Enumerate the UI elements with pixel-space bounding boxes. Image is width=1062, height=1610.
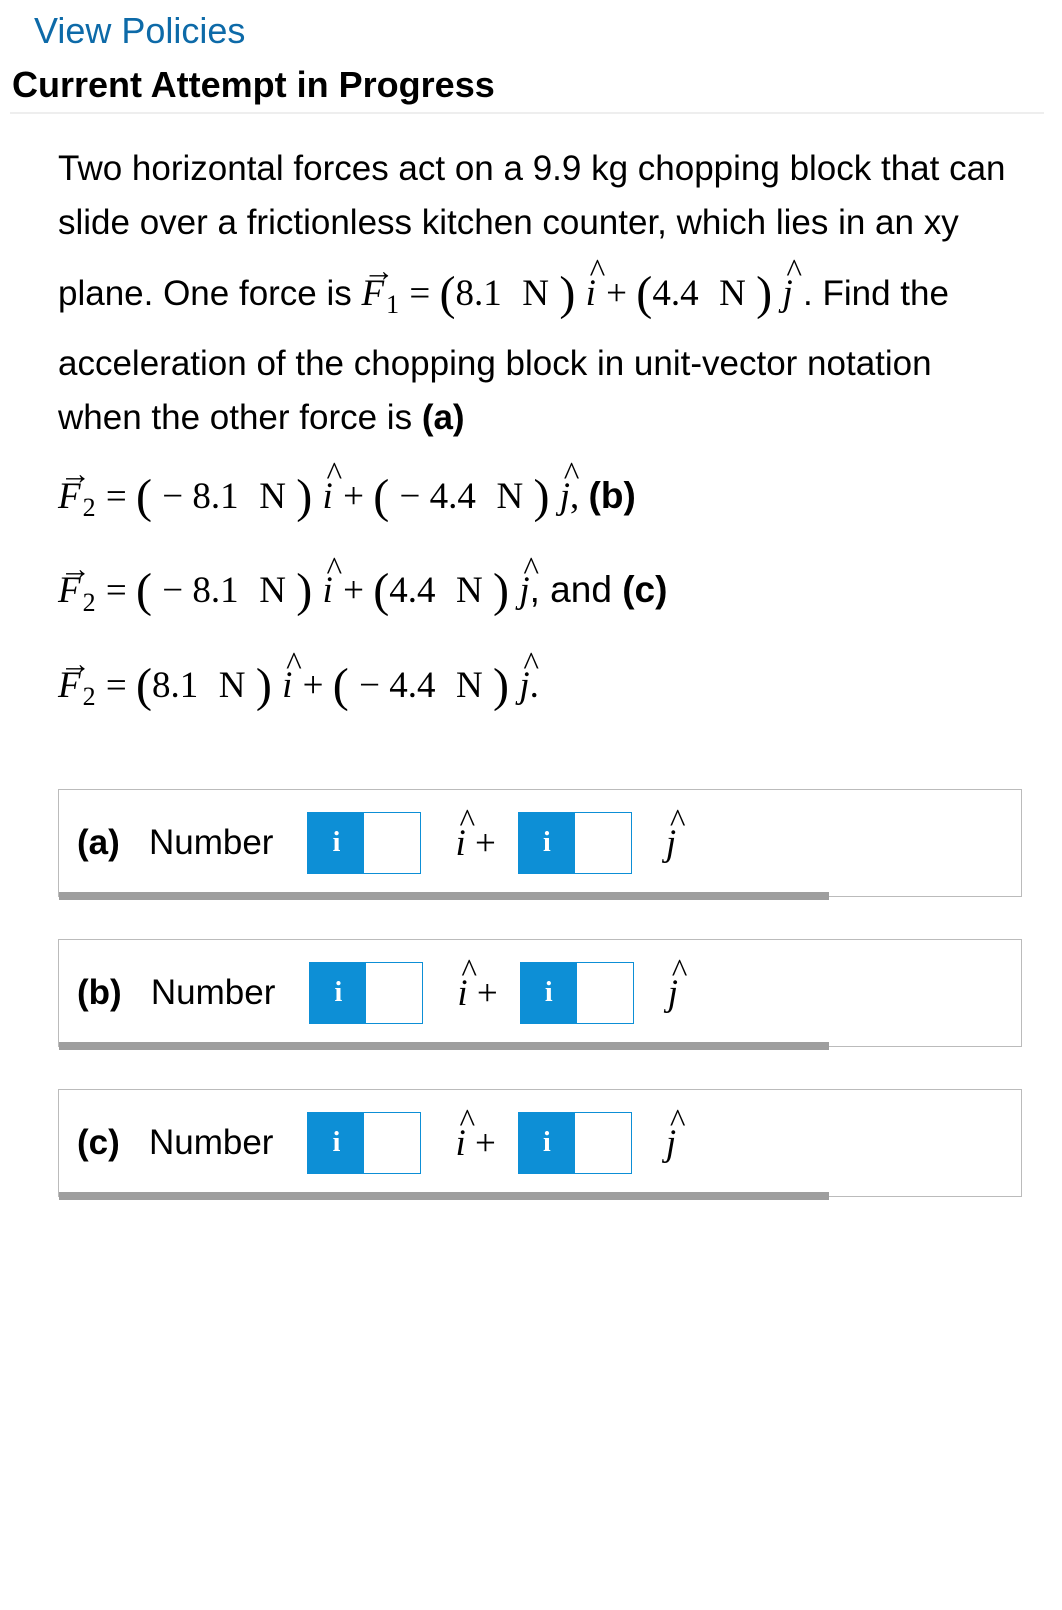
part-c-label: (c): [622, 569, 667, 610]
answer-a-i-input[interactable]: [364, 813, 420, 873]
i-hat-plus: i +: [455, 1122, 495, 1165]
j-hat: j: [666, 1122, 676, 1165]
f2a-j-value: − 4.4: [400, 476, 476, 517]
f2a-i-value: − 8.1: [162, 476, 238, 517]
f1-j-value: 4.4: [652, 273, 698, 314]
problem-mass: 9.9 kg: [533, 149, 628, 188]
answer-c-i-input[interactable]: [364, 1113, 420, 1173]
unit-4: N: [496, 476, 523, 517]
i-hat-plus: i +: [457, 972, 497, 1015]
answer-a-i-input-group: i: [307, 812, 421, 874]
info-icon[interactable]: i: [519, 813, 575, 873]
f1-i-value: 8.1: [455, 273, 501, 314]
f2c-i-value: 8.1: [152, 665, 198, 706]
f2c-j-value: − 4.4: [359, 665, 435, 706]
answer-word-c: Number: [149, 1123, 273, 1162]
scroll-indicator[interactable]: [59, 1042, 829, 1050]
info-icon[interactable]: i: [310, 963, 366, 1023]
answer-row-c: (c) Number i i + i j: [58, 1089, 1022, 1197]
answer-a-j-input-group: i: [518, 812, 632, 874]
j-hat: j: [666, 822, 676, 865]
unit-8: N: [456, 665, 483, 706]
info-icon[interactable]: i: [521, 963, 577, 1023]
part-a-label: (a): [422, 398, 465, 437]
answer-word-b: Number: [151, 973, 275, 1012]
answer-label-a: (a) Number: [77, 823, 273, 863]
answer-word-a: Number: [149, 823, 273, 862]
problem-statement: Two horizontal forces act on a 9.9 kg ch…: [10, 142, 1052, 729]
answer-b-j-input[interactable]: [577, 963, 633, 1023]
info-icon[interactable]: i: [308, 1113, 364, 1173]
answer-b-i-input[interactable]: [366, 963, 422, 1023]
answer-label-c: (c) Number: [77, 1123, 273, 1163]
scroll-indicator[interactable]: [59, 1192, 829, 1200]
and-text: , and: [530, 569, 623, 610]
unit-1: N: [522, 273, 549, 314]
unit-3: N: [259, 476, 286, 517]
answer-c-j-input[interactable]: [575, 1113, 631, 1173]
view-policies-link[interactable]: View Policies: [10, 10, 1052, 52]
f2b-i-value: − 8.1: [162, 570, 238, 611]
unit-6: N: [456, 570, 483, 611]
divider: [10, 112, 1044, 114]
answers-section: (a) Number i i + i j (b) Number i: [10, 789, 1052, 1197]
i-hat-plus: i +: [455, 822, 495, 865]
answer-part-a: (a): [77, 823, 120, 862]
answer-part-c: (c): [77, 1123, 120, 1162]
answer-b-j-input-group: i: [520, 962, 634, 1024]
answer-part-b: (b): [77, 973, 122, 1012]
j-hat: j: [668, 972, 678, 1015]
answer-row-b: (b) Number i i + i j: [58, 939, 1022, 1047]
answer-b-i-input-group: i: [309, 962, 423, 1024]
answer-c-i-input-group: i: [307, 1112, 421, 1174]
answer-a-j-input[interactable]: [575, 813, 631, 873]
unit-5: N: [259, 570, 286, 611]
scroll-indicator[interactable]: [59, 892, 829, 900]
unit-2: N: [719, 273, 746, 314]
answer-row-a: (a) Number i i + i j: [58, 789, 1022, 897]
unit-7: N: [219, 665, 246, 706]
f2b-j-value: 4.4: [389, 570, 435, 611]
info-icon[interactable]: i: [308, 813, 364, 873]
part-b-label: (b): [589, 475, 636, 516]
answer-c-j-input-group: i: [518, 1112, 632, 1174]
problem-intro-1: Two horizontal forces act on a: [58, 149, 533, 188]
info-icon[interactable]: i: [519, 1113, 575, 1173]
answer-label-b: (b) Number: [77, 973, 275, 1013]
current-attempt-heading: Current Attempt in Progress: [10, 64, 1052, 106]
